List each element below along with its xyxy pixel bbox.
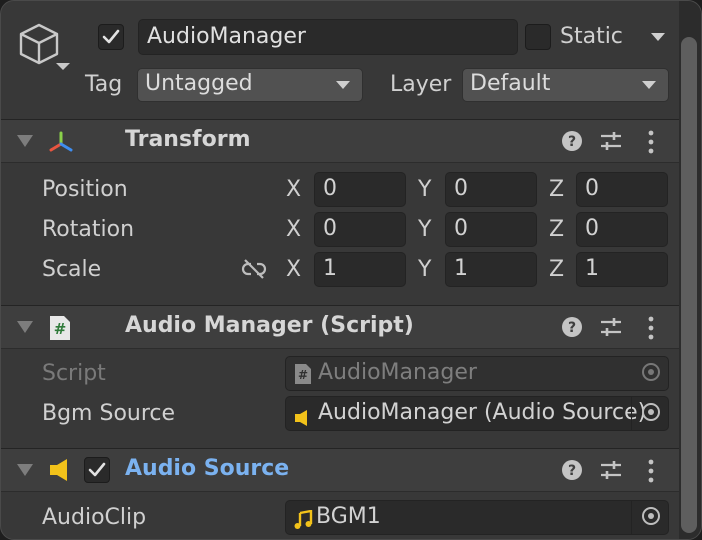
scale-label: Scale (42, 257, 102, 282)
inspector-panel: AudioManager Static Tag Untagged Layer D… (0, 0, 702, 540)
foldout-arrow-icon[interactable] (17, 464, 33, 476)
tag-dropdown[interactable]: Untagged (137, 68, 363, 102)
csharp-script-icon: # (48, 315, 72, 345)
audioclip-field[interactable]: BGM1 (285, 500, 669, 535)
script-label: Script (42, 361, 106, 386)
csharp-script-icon: # (294, 363, 312, 390)
rotation-x-input[interactable]: 0 (314, 212, 406, 247)
kebab-menu-icon[interactable] (646, 130, 656, 158)
bgm-source-label: Bgm Source (42, 401, 176, 426)
scrollbar-thumb[interactable] (681, 37, 697, 533)
bgm-source-field[interactable]: AudioManager (Audio Source) (285, 396, 669, 431)
rotation-y-axis[interactable]: Y (418, 217, 431, 242)
position-x-axis[interactable]: X (286, 177, 301, 202)
svg-text:?: ? (568, 463, 576, 479)
sliders-icon[interactable] (599, 316, 623, 342)
script-component-header[interactable]: # Audio Manager (Script) ? (1, 305, 679, 349)
rotation-z-input[interactable]: 0 (576, 212, 668, 247)
transform-axes-icon (47, 130, 75, 160)
speaker-icon (294, 405, 312, 430)
scale-z-axis[interactable]: Z (549, 257, 564, 282)
position-z-axis[interactable]: Z (549, 177, 564, 202)
foldout-arrow-icon[interactable] (17, 135, 33, 147)
object-picker-icon[interactable] (642, 403, 660, 421)
audioclip-value: BGM1 (316, 504, 381, 529)
svg-text:#: # (298, 368, 308, 382)
scale-z-input[interactable]: 1 (576, 252, 668, 287)
tag-value: Untagged (145, 71, 253, 96)
script-component-title: Audio Manager (Script) (125, 313, 414, 338)
position-z-input[interactable]: 0 (576, 172, 668, 207)
object-name-input[interactable]: AudioManager (138, 19, 518, 55)
position-x-input[interactable]: 0 (314, 172, 406, 207)
scale-y-input[interactable]: 1 (445, 252, 537, 287)
chevron-down-icon (642, 81, 656, 89)
transform-header[interactable]: Transform ? (1, 119, 679, 163)
scale-y-axis[interactable]: Y (418, 257, 431, 282)
static-label: Static (560, 24, 623, 49)
gameobject-icon[interactable] (17, 21, 73, 75)
audio-source-header[interactable]: Audio Source ? (1, 448, 679, 492)
scale-x-input[interactable]: 1 (314, 252, 406, 287)
help-icon[interactable]: ? (561, 130, 583, 156)
kebab-menu-icon[interactable] (646, 459, 656, 487)
rotation-y-input[interactable]: 0 (445, 212, 537, 247)
layer-label: Layer (390, 72, 452, 97)
chevron-down-icon (336, 81, 350, 89)
picker-separator (631, 501, 632, 534)
layer-value: Default (470, 71, 551, 96)
object-picker-icon (642, 363, 660, 381)
audioclip-label: AudioClip (42, 505, 147, 530)
scale-x-axis[interactable]: X (286, 257, 301, 282)
help-icon[interactable]: ? (561, 459, 583, 485)
music-note-icon (293, 508, 313, 534)
svg-text:#: # (54, 320, 67, 338)
active-checkbox[interactable] (98, 24, 124, 50)
static-dropdown-arrow-icon[interactable] (651, 33, 665, 41)
script-object-field: # AudioManager (285, 356, 669, 391)
audio-source-title[interactable]: Audio Source (125, 456, 289, 481)
bgm-source-value: AudioManager (Audio Source) (318, 400, 647, 425)
sliders-icon[interactable] (599, 130, 623, 156)
position-y-axis[interactable]: Y (418, 177, 431, 202)
svg-text:?: ? (568, 320, 576, 336)
transform-title: Transform (125, 127, 251, 152)
tag-label: Tag (85, 72, 123, 97)
picker-separator (631, 397, 632, 430)
help-icon[interactable]: ? (561, 316, 583, 342)
static-checkbox[interactable] (525, 24, 551, 50)
position-label: Position (42, 177, 128, 202)
audio-source-enabled-checkbox[interactable] (84, 457, 110, 483)
rotation-label: Rotation (42, 217, 135, 242)
foldout-arrow-icon[interactable] (17, 321, 33, 333)
kebab-menu-icon[interactable] (646, 316, 656, 344)
sliders-icon[interactable] (599, 459, 623, 485)
script-value: AudioManager (318, 360, 477, 385)
position-y-input[interactable]: 0 (445, 172, 537, 207)
speaker-icon (49, 458, 73, 486)
rotation-z-axis[interactable]: Z (549, 217, 564, 242)
svg-text:?: ? (568, 134, 576, 150)
layer-dropdown[interactable]: Default (462, 68, 669, 102)
link-broken-icon[interactable] (241, 258, 267, 284)
rotation-x-axis[interactable]: X (286, 217, 301, 242)
object-picker-icon[interactable] (642, 507, 660, 525)
